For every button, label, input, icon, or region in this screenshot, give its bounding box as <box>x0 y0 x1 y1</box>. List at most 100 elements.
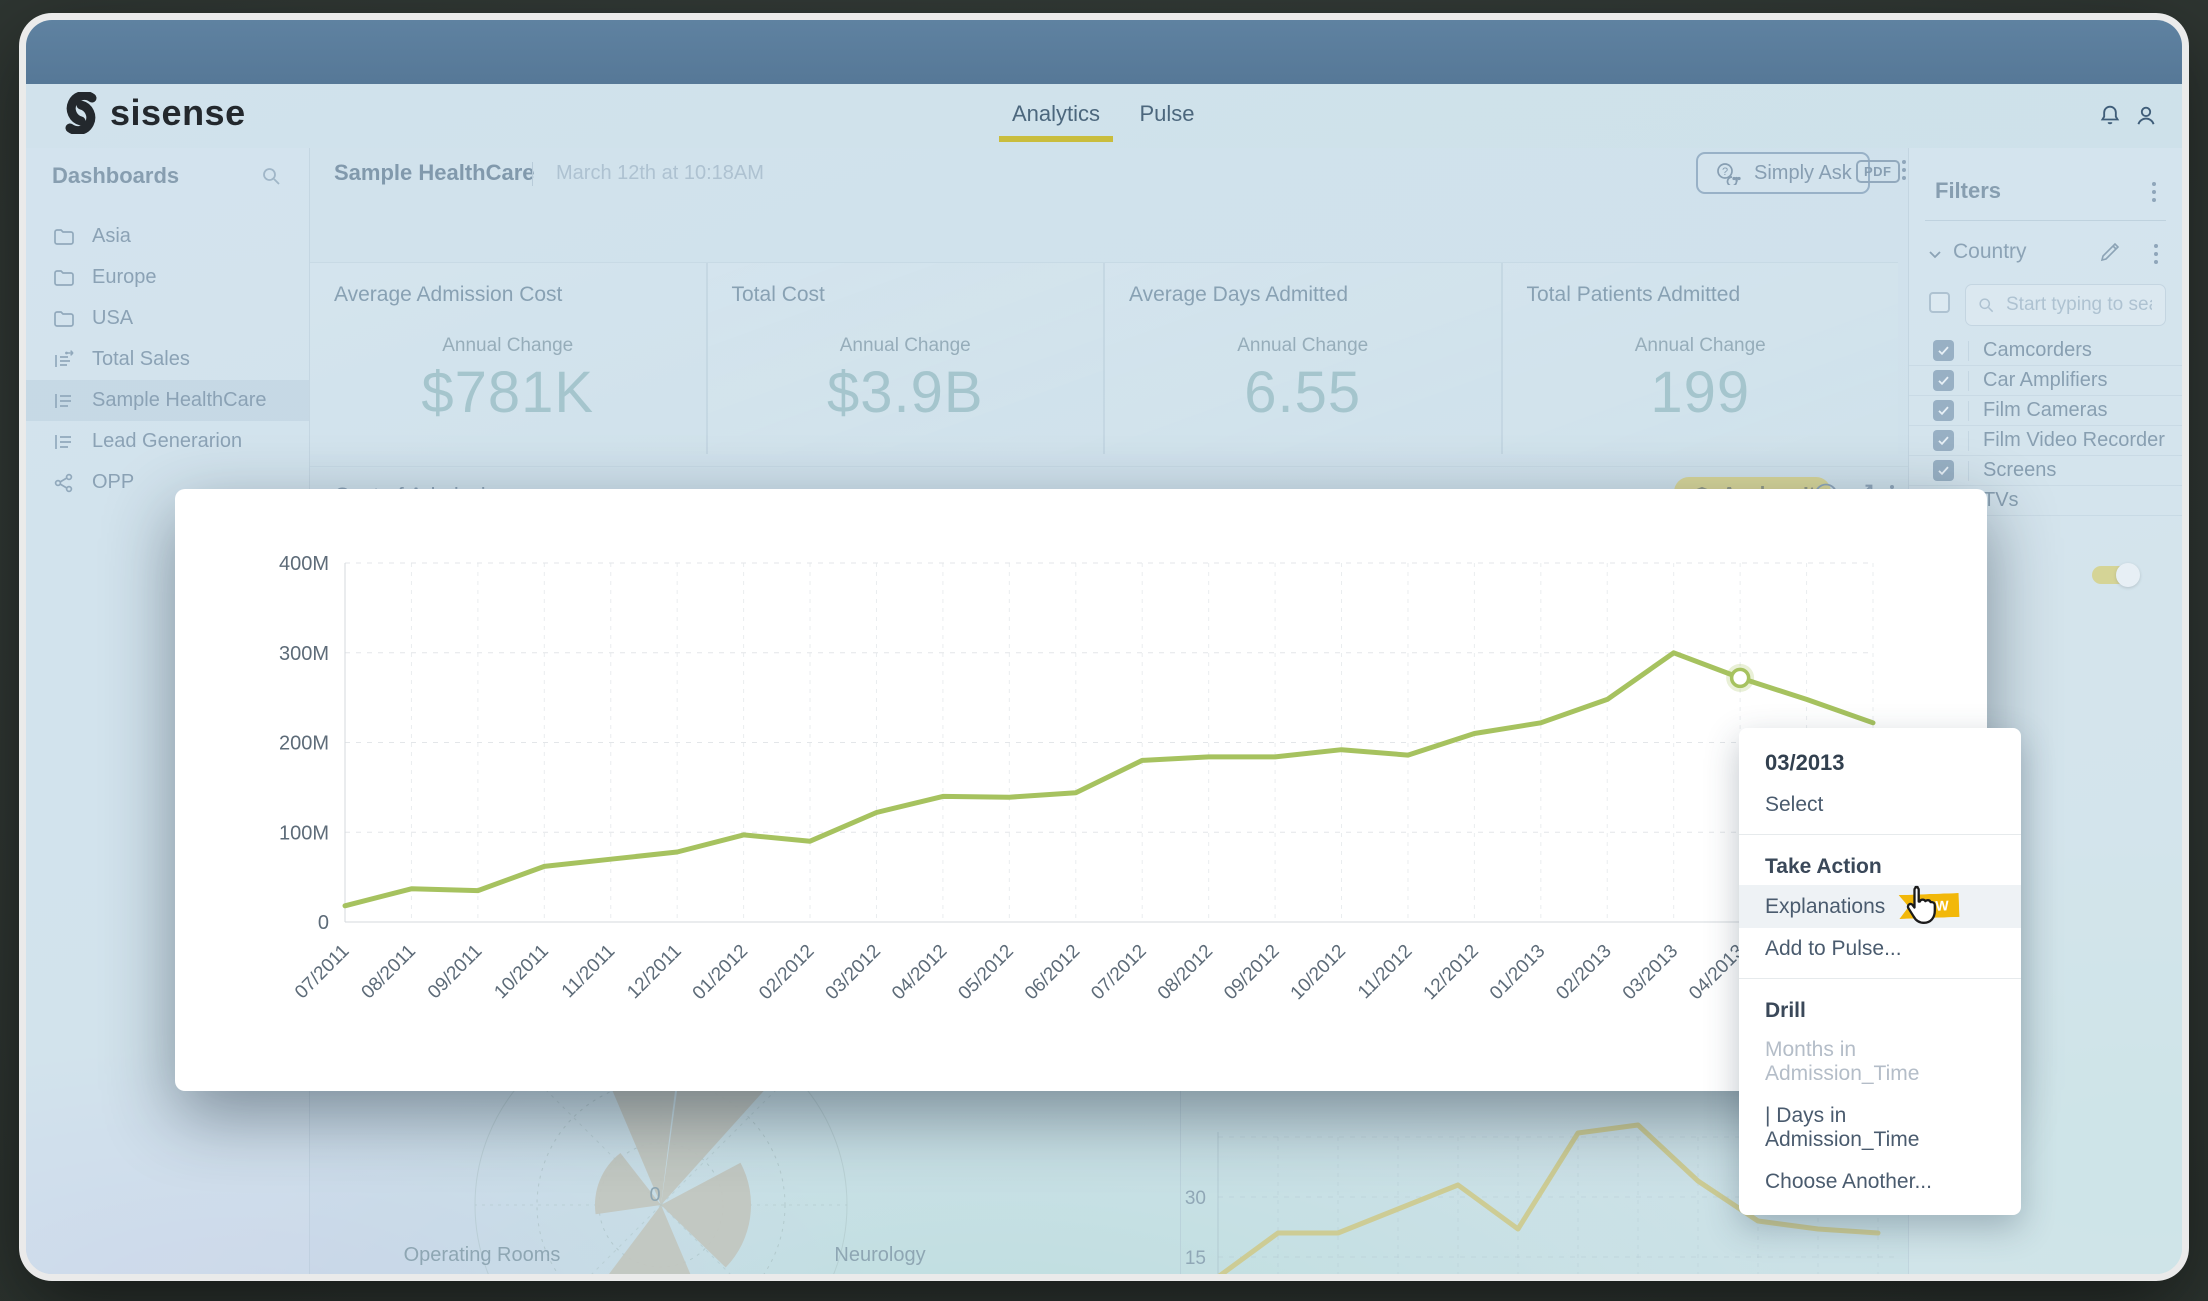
kpi-card-total-cost[interactable]: Total CostAnnual Change$3.9B <box>706 263 1104 454</box>
filter-item-car-amplifiers[interactable]: Car Amplifiers <box>1909 366 2182 396</box>
svg-text:11/2012: 11/2012 <box>1354 941 1416 1003</box>
polar-label-center: 0 <box>635 1184 675 1207</box>
svg-text:11/2011: 11/2011 <box>558 941 619 1002</box>
menu-section-take-action: Take Action <box>1739 843 2021 885</box>
filters-title: Filters <box>1935 178 2001 204</box>
dashboard-kebab-icon[interactable] <box>1902 160 1906 180</box>
filter-item-label: TVs <box>1983 489 2019 512</box>
sidebar-item-sample-healthcare[interactable]: Sample HealthCare <box>26 380 309 421</box>
share-icon <box>52 471 76 495</box>
dashboard-icon <box>52 430 76 454</box>
sidebar-items: Asia Europe USA Total Sales Sample HealthCar… <box>26 216 309 503</box>
menu-item-days-in-admission-time[interactable]: | Days in Admission_Time <box>1739 1095 2021 1161</box>
filter-item-label: Screens <box>1983 459 2056 482</box>
dashboard-timestamp: March 12th at 10:18AM <box>556 162 764 185</box>
tab-pulse[interactable]: Pulse <box>1132 84 1202 144</box>
filter-section-country[interactable]: Country <box>1909 232 2182 276</box>
svg-text:12/2012: 12/2012 <box>1420 941 1483 1004</box>
checkbox-checked-icon[interactable] <box>1933 430 1954 451</box>
svg-text:?: ? <box>1722 166 1728 178</box>
chart-modal: 0100M200M300M400M07/201108/201109/201110… <box>175 489 1987 1091</box>
kpi-card-average-admission-cost[interactable]: Average Admission CostAnnual Change$781K <box>310 263 706 454</box>
menu-item-add-to-pulse[interactable]: Add to Pulse... <box>1739 928 2021 970</box>
filters-kebab-icon[interactable] <box>2152 182 2156 202</box>
sidebar-header: Dashboards <box>26 148 309 204</box>
filter-item-film-cameras[interactable]: Film Cameras <box>1909 396 2182 426</box>
sidebar-item-label: Lead Generarion <box>92 430 242 453</box>
filter-item-label: Car Amplifiers <box>1983 369 2107 392</box>
svg-text:02/2013: 02/2013 <box>1552 941 1615 1004</box>
svg-text:01/2013: 01/2013 <box>1486 941 1549 1004</box>
select-all-checkbox[interactable] <box>1929 292 1950 313</box>
sidebar-item-total-sales[interactable]: Total Sales <box>26 339 309 380</box>
simply-ask-button[interactable]: ? Simply Ask <box>1696 152 1870 194</box>
menu-item-label: Select <box>1765 793 1823 816</box>
svg-text:100M: 100M <box>279 822 329 844</box>
filter-search-box[interactable] <box>1965 284 2166 326</box>
dashboard-header: Sample HealthCare March 12th at 10:18AM … <box>310 148 1908 198</box>
menu-item-label: Months in Admission_Time <box>1765 1038 1919 1085</box>
edit-pencil-icon[interactable] <box>2098 240 2122 264</box>
checkbox-checked-icon[interactable] <box>1933 400 1954 421</box>
sidebar-item-label: Asia <box>92 225 131 248</box>
app-window: sisense Analytics Pulse Dashboards <box>26 20 2182 1274</box>
kpi-value: 6.55 <box>1105 359 1501 426</box>
filter-kebab-icon[interactable] <box>2154 244 2158 264</box>
main-chart-svg[interactable]: 0100M200M300M400M07/201108/201109/201110… <box>175 489 1987 1091</box>
new-badge: NEW <box>1899 893 1960 919</box>
kpi-title: Total Cost <box>732 283 1080 307</box>
polar-label-left: Operating Rooms <box>372 1244 592 1267</box>
svg-text:15: 15 <box>1185 1248 1206 1269</box>
sisense-logo[interactable]: sisense <box>60 92 246 134</box>
menu-item-choose-another[interactable]: Choose Another... <box>1739 1161 2021 1203</box>
filter-section-label[interactable]: Country <box>1953 240 2027 264</box>
search-icon[interactable] <box>259 164 283 188</box>
sidebar-item-lead-generarion[interactable]: Lead Generarion <box>26 421 309 462</box>
svg-text:08/2011: 08/2011 <box>358 941 420 1003</box>
filter-item-camcorders[interactable]: Camcorders <box>1909 336 2182 366</box>
filter-item-film-video-recorder[interactable]: Film Video Recorder <box>1909 426 2182 456</box>
title-separator <box>532 162 533 186</box>
svg-text:10/2012: 10/2012 <box>1287 941 1350 1004</box>
polar-label-right: Neurology <box>770 1244 990 1267</box>
svg-text:07/2011: 07/2011 <box>291 941 353 1003</box>
pdf-export-icon[interactable]: PDF <box>1856 160 1900 183</box>
filter-item-label: Camcorders <box>1983 339 2092 362</box>
kpi-card-total-patients-admitted[interactable]: Total Patients AdmittedAnnual Change199 <box>1501 263 1899 454</box>
sidebar-item-europe[interactable]: Europe <box>26 257 309 298</box>
selected-data-point[interactable] <box>1732 669 1749 686</box>
filter-item-label: Film Video Recorder <box>1983 429 2165 452</box>
user-icon[interactable] <box>2132 102 2160 130</box>
folder-icon <box>52 307 76 331</box>
sidebar-item-label: USA <box>92 307 133 330</box>
menu-divider <box>1739 834 2021 835</box>
sidebar-item-label: Total Sales <box>92 348 190 371</box>
kpi-subtitle: Annual Change <box>1503 335 1899 357</box>
window-chrome-bar <box>26 20 2182 84</box>
sidebar-item-label: Europe <box>92 266 157 289</box>
chevron-down-icon[interactable] <box>1927 246 1943 262</box>
menu-item-select[interactable]: Select <box>1739 784 2021 826</box>
dashboard-icon <box>52 389 76 413</box>
kpi-card-average-days-admitted[interactable]: Average Days AdmittedAnnual Change6.55 <box>1103 263 1501 454</box>
context-menu: 03/2013SelectTake ActionExplanationsNEWA… <box>1739 728 2021 1215</box>
filter-item-screens[interactable]: Screens <box>1909 456 2182 486</box>
svg-text:04/2012: 04/2012 <box>888 941 951 1004</box>
menu-item-explanations[interactable]: ExplanationsNEW <box>1739 885 2021 928</box>
tab-analytics[interactable]: Analytics <box>1005 84 1107 144</box>
svg-text:02/2012: 02/2012 <box>755 941 818 1004</box>
svg-text:30: 30 <box>1185 1188 1206 1209</box>
filter-search-input[interactable] <box>2004 293 2154 317</box>
logo-text: sisense <box>110 92 246 134</box>
svg-text:08/2012: 08/2012 <box>1154 941 1217 1004</box>
checkbox-checked-icon[interactable] <box>1933 340 1954 361</box>
checkbox-checked-icon[interactable] <box>1933 370 1954 391</box>
checkbox-checked-icon[interactable] <box>1933 460 1954 481</box>
svg-text:0: 0 <box>318 912 329 934</box>
sidebar-item-asia[interactable]: Asia <box>26 216 309 257</box>
bell-icon[interactable] <box>2096 102 2124 130</box>
filters-header: Filters <box>1909 148 2182 220</box>
menu-section-drill: Drill <box>1739 987 2021 1029</box>
sidebar-item-usa[interactable]: USA <box>26 298 309 339</box>
filter-toggle[interactable] <box>2092 566 2138 584</box>
